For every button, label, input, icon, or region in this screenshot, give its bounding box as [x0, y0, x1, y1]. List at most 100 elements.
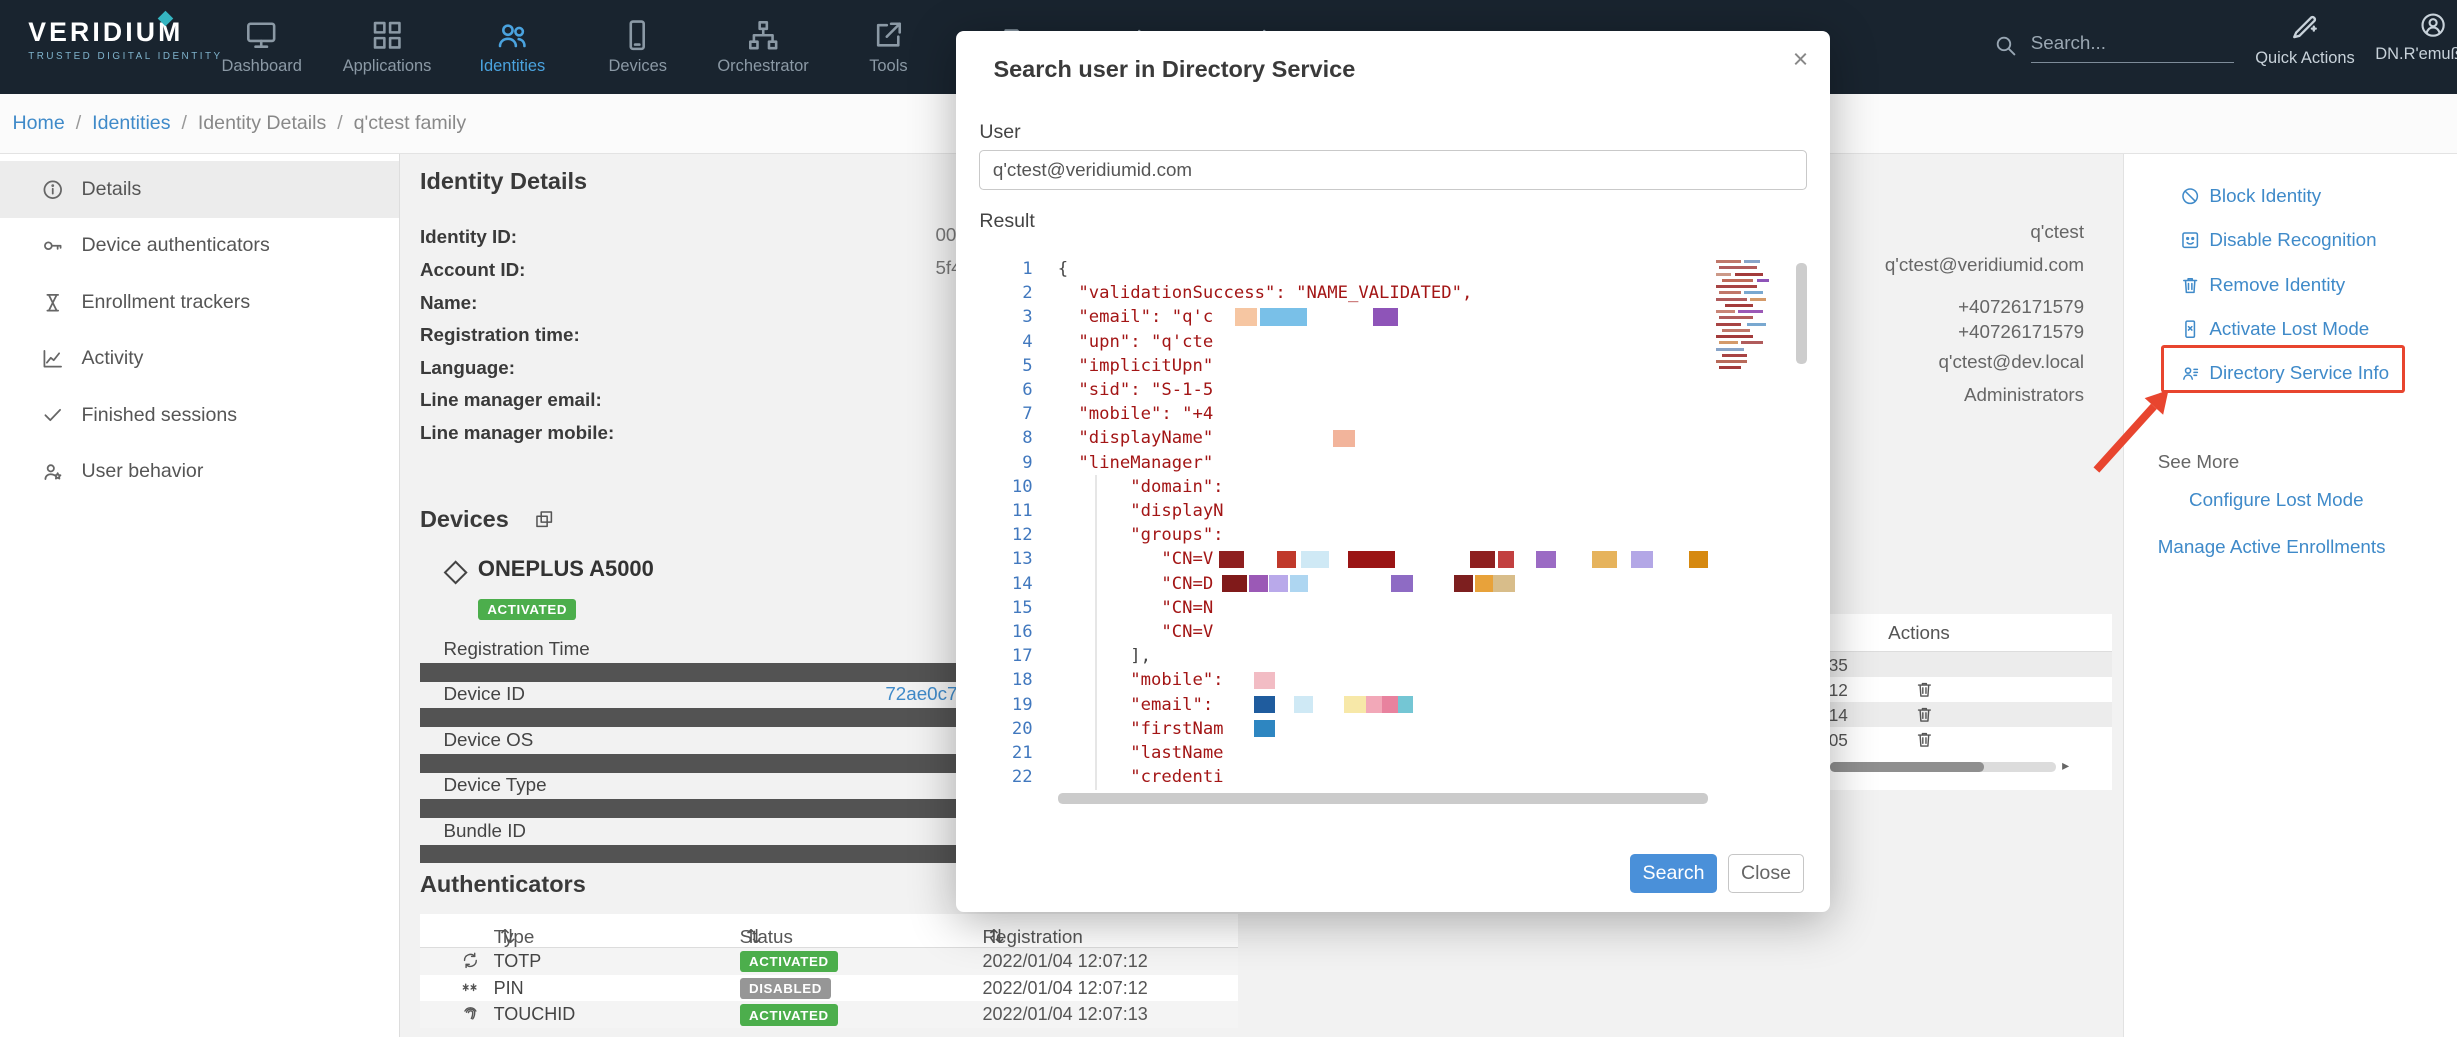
redaction-chip	[1294, 696, 1313, 713]
action-disable-recognition[interactable]: Disable Recognition	[2180, 223, 2377, 257]
identity-field-row: Line manager email:	[420, 382, 953, 415]
identity-value-groups: Administrators	[1964, 384, 2084, 406]
logo-title: VERIDIUM	[28, 17, 222, 48]
scrollbar-thumb[interactable]	[1830, 762, 1984, 773]
redaction-chip	[1344, 696, 1366, 713]
table-row: :05	[1821, 727, 2112, 752]
editor-line: 18 "mobile":	[979, 668, 1806, 692]
modal-title: Search user in Directory Service	[993, 56, 1355, 83]
identity-field-row: Name:	[420, 285, 953, 318]
quick-actions-button[interactable]: Quick Actions	[2255, 11, 2355, 68]
identity-value-username: q'ctest	[2030, 221, 2084, 243]
horizontal-scrollbar[interactable]	[1830, 762, 2056, 773]
redaction-chip	[1382, 696, 1398, 713]
phone-icon	[620, 18, 654, 52]
identity-field-row: Registration time:	[420, 317, 953, 350]
scroll-right-arrow[interactable]: ▸	[2062, 757, 2069, 774]
trash-icon[interactable]	[1915, 680, 1934, 699]
dashboard-icon	[244, 18, 278, 52]
sidebar-item-details[interactable]: Details	[0, 161, 399, 217]
link-manage-active-enrollments[interactable]: Manage Active Enrollments	[2158, 536, 2386, 558]
redaction-chip	[1219, 551, 1244, 568]
device-field-label: Device Type	[443, 774, 546, 796]
identity-value-email: q'ctest@veridiumid.com	[1885, 254, 2084, 276]
column-header-actions[interactable]: Actions	[1888, 622, 1950, 644]
nav-item-devices[interactable]: Devices	[575, 0, 700, 94]
breadcrumb-current: q'ctest family	[354, 112, 467, 135]
sidebar-item-activity[interactable]: Activity	[0, 331, 399, 387]
info-icon	[41, 178, 65, 202]
authenticator-row-touchid: TOUCHID ACTIVATED 2022/01/04 12:07:13	[420, 1001, 1238, 1028]
open-external-icon[interactable]	[534, 509, 554, 529]
export-icon	[871, 18, 905, 52]
editor-line: 13 "CN=V	[979, 547, 1806, 571]
device-field-label: Registration Time	[443, 638, 589, 660]
identity-value-upn: q'ctest@dev.local	[1938, 351, 2084, 373]
breadcrumb-identities[interactable]: Identities	[92, 112, 170, 135]
redaction-chip	[1689, 551, 1708, 568]
editor-line: 2 "validationSuccess": "NAME_VALIDATED",	[979, 281, 1806, 305]
action-remove-identity[interactable]: Remove Identity	[2180, 268, 2346, 302]
status-badge: DISABLED	[740, 978, 832, 999]
device-name: ONEPLUS A5000	[478, 556, 654, 582]
redaction-chip	[1249, 575, 1268, 592]
editor-vertical-scrollbar[interactable]	[1796, 263, 1807, 363]
nav-item-identities[interactable]: Identities	[450, 0, 575, 94]
json-result-editor[interactable]: 1{2 "validationSuccess": "NAME_VALIDATED…	[979, 248, 1806, 809]
identity-field-row: Line manager mobile:	[420, 415, 953, 448]
redaction-chip	[1493, 575, 1515, 592]
modal-footer: Search Close	[1630, 854, 1804, 893]
editor-line: 5 "implicitUpn"	[979, 354, 1806, 378]
close-button[interactable]: Close	[1728, 854, 1803, 893]
authenticator-row-totp: TOTP ACTIVATED 2022/01/04 12:07:12	[420, 948, 1238, 975]
editor-horizontal-scrollbar[interactable]	[1058, 793, 1708, 804]
sidebar-item-enrollment-trackers[interactable]: Enrollment trackers	[0, 274, 399, 330]
editor-line: 17 ],	[979, 644, 1806, 668]
close-icon[interactable]: ×	[1793, 44, 1809, 75]
device-status-badge: ACTIVATED	[478, 592, 577, 621]
trash-icon	[2180, 275, 2200, 295]
editor-minimap	[1716, 260, 1788, 373]
nav-item-dashboard[interactable]: Dashboard	[199, 0, 324, 94]
redaction-chip	[1254, 696, 1276, 713]
breadcrumb-home[interactable]: Home	[13, 112, 65, 135]
logo-tagline: TRUSTED DIGITAL IDENTITY	[28, 51, 222, 62]
face-icon	[2180, 230, 2200, 250]
editor-line: 7 "mobile": "+4	[979, 402, 1806, 426]
trash-icon[interactable]	[1915, 705, 1934, 724]
phone-x-icon	[2180, 319, 2200, 339]
directory-user-input[interactable]	[979, 150, 1806, 189]
redaction-chip	[1290, 575, 1309, 592]
editor-line: 12 "groups":	[979, 523, 1806, 547]
search-icon	[1993, 33, 2018, 58]
search-input[interactable]	[2031, 25, 2235, 63]
devices-title: Devices	[420, 506, 509, 533]
redaction-chip	[1348, 551, 1395, 568]
sidebar-item-device-authenticators[interactable]: Device authenticators	[0, 218, 399, 274]
editor-line: 22 "credenti	[979, 765, 1806, 789]
sidebar: Details Device authenticators Enrollment…	[0, 154, 400, 1038]
nav-item-tools[interactable]: Tools	[826, 0, 951, 94]
redaction-chip	[1254, 720, 1276, 737]
nav-item-orchestrator[interactable]: Orchestrator	[700, 0, 825, 94]
action-activate-lost-mode[interactable]: Activate Lost Mode	[2180, 312, 2370, 346]
link-configure-lost-mode[interactable]: Configure Lost Mode	[2189, 489, 2364, 511]
sidebar-item-user-behavior[interactable]: User behavior	[0, 443, 399, 499]
authenticators-title: Authenticators	[420, 871, 586, 898]
device-field-label: Device OS	[443, 729, 533, 751]
fingerprint-icon	[461, 1004, 480, 1023]
device-field-label: Bundle ID	[443, 820, 526, 842]
grid-icon	[370, 18, 404, 52]
chart-line-icon	[41, 347, 65, 371]
nav-item-applications[interactable]: Applications	[324, 0, 449, 94]
trash-icon[interactable]	[1915, 730, 1934, 749]
action-block-identity[interactable]: Block Identity	[2180, 179, 2322, 213]
veridium-logo[interactable]: VERIDIUM TRUSTED DIGITAL IDENTITY	[28, 17, 222, 62]
sidebar-item-finished-sessions[interactable]: Finished sessions	[0, 387, 399, 443]
editor-line: 4 "upn": "q'cte	[979, 330, 1806, 354]
search-button[interactable]: Search	[1630, 854, 1718, 893]
identity-value-mobile: +40726171579	[1958, 321, 2084, 343]
sort-icon: ⇅	[746, 926, 762, 948]
breadcrumb-identity-details: Identity Details	[198, 112, 326, 135]
user-menu[interactable]: DN.R'emuß G...	[2379, 11, 2457, 64]
